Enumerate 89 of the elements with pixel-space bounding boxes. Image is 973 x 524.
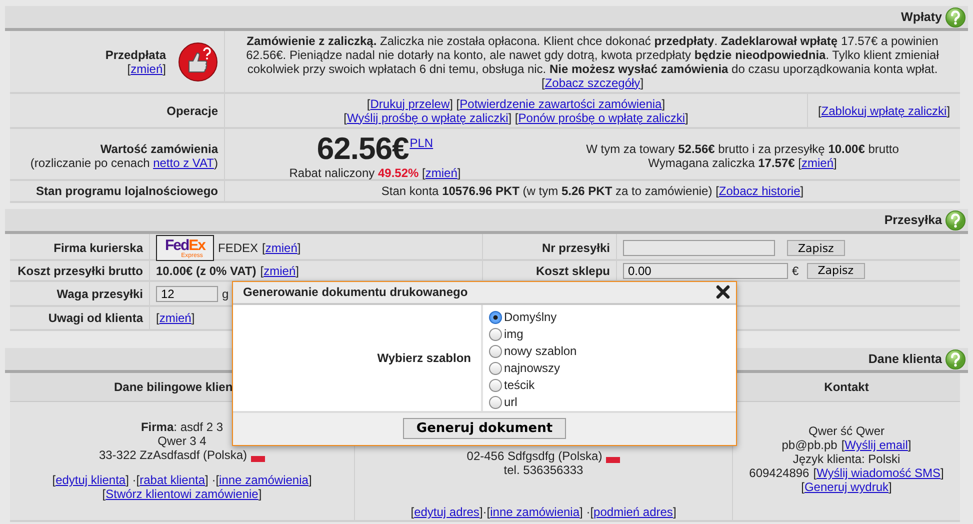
radio-button[interactable] <box>489 378 502 392</box>
field-label: Waga przesyłki <box>56 286 143 300</box>
currency-unit: € <box>792 264 799 278</box>
deposit-text: Wymagana zaliczka 17.57€ [zmień] <box>648 156 837 170</box>
option-label[interactable]: img <box>504 327 524 342</box>
address-line: Qwer 3 4 <box>158 434 206 448</box>
separator: · <box>131 473 136 487</box>
shipping-cost: 10.00€ (z 0% VAT) <box>156 264 256 278</box>
operation-link[interactable]: [Ponów prośbę o wpłatę zaliczki] <box>514 110 688 124</box>
contact-line: Qwer ść Qwer <box>808 424 884 438</box>
loyalty-text: Stan konta 10576.96 PKT (w tym 5.26 PKT za to zamówienie) [Zobacz historie] <box>381 184 804 198</box>
row-label: Stan programu lojalnościowego <box>36 184 218 198</box>
net-vat-link[interactable]: netto z VAT <box>153 156 214 170</box>
field-label: Uwagi od klienta <box>48 311 143 325</box>
client-link[interactable]: [inne zamówienia] <box>486 505 583 519</box>
radio-button[interactable] <box>489 310 502 324</box>
column-header: Dane bilingowe klien <box>114 380 233 394</box>
field-label: Koszt przesyłki brutto <box>18 264 143 278</box>
currency-link[interactable]: PLN <box>410 136 434 150</box>
separator: · <box>585 505 590 519</box>
radio-button[interactable] <box>489 344 502 358</box>
address-line: 33-322 ZzAsdfasdf (Polska) <box>98 448 248 462</box>
change-link[interactable]: [zmień] <box>260 264 299 278</box>
row-label: Przedpłata <box>105 48 166 62</box>
client-link[interactable]: [edytuj klienta] <box>52 473 129 487</box>
column-header: Kontakt <box>824 380 869 394</box>
option-label[interactable]: teścik <box>504 378 535 392</box>
close-icon[interactable] <box>716 285 730 300</box>
help-icon[interactable] <box>945 348 966 370</box>
field-label: Firma kurierska <box>54 241 143 255</box>
address-line: 02-456 Sdfgsdfg (Polska) <box>466 449 602 463</box>
tracking-number-field[interactable] <box>623 240 775 256</box>
weight-field[interactable]: 12 <box>156 286 218 302</box>
help-icon[interactable] <box>945 6 966 28</box>
address-line: Firma: asdf 2 3 <box>140 420 224 434</box>
change-link[interactable]: [zmień] <box>798 156 837 170</box>
change-link[interactable]: [zmień] <box>127 62 166 76</box>
order-amount: 62.56€ <box>316 132 409 166</box>
operation-link[interactable]: [Potwierdzenie zawartości zamówienia] <box>456 96 666 110</box>
pricing-note: (rozliczanie po cenach netto z VAT) <box>30 156 218 170</box>
operation-link[interactable]: [Wyślij prośbę o wpłatę zaliczki] <box>344 110 512 124</box>
section-title: Dane klienta <box>868 352 942 366</box>
client-link[interactable]: [podmień adres] <box>590 505 676 519</box>
operation-link[interactable]: [Drukuj przelew] <box>366 96 453 110</box>
thumb-up-icon <box>178 42 218 82</box>
address-line: tel. 536356333 <box>504 463 584 477</box>
contact-link[interactable]: [Wyślij wiadomość SMS] <box>813 466 944 480</box>
generate-button[interactable]: Generuj dokument <box>403 418 566 440</box>
separator: · <box>210 473 216 487</box>
radio-button[interactable] <box>489 396 502 409</box>
client-link[interactable]: [rabat klienta] <box>136 473 208 487</box>
radio-button[interactable] <box>489 328 502 341</box>
option-label[interactable]: url <box>504 395 518 410</box>
contact-line: pb@pb.pb <box>782 438 838 452</box>
field-label: Koszt sklepu <box>536 264 610 278</box>
row-label: Operacje <box>166 104 218 118</box>
client-link[interactable]: [edytuj adres] <box>410 505 483 519</box>
client-link[interactable]: [inne zamówienia] <box>216 473 312 487</box>
prepayment-message: Zamówienie z zaliczką. Zaliczka nie została opłacona. Klient chce dokonać przedpłaty. Zadeklarował wpłatę 17.57€ a powinien 62.56€. Pieniądze nadal nie dotarły na konto, ale nawet gdy dotrą, kwota przedpłaty będzie nieodpowiednia. Tylko klient zmieniał cokolwiek przy swoich wpłatach 6 dni temu, obsługa nic. Nie możesz wysłać zamówienia do czasu uporządkowania konta wpłat. [Zobacz szczegóły] <box>245 34 940 90</box>
field-label: Nr przesyłki <box>542 241 610 255</box>
section-title: Wpłaty <box>901 10 942 24</box>
field-label: Wybierz szablon <box>377 350 471 365</box>
client-link[interactable]: [Stwórz klientowi zamówienie] <box>102 487 262 501</box>
contact-link[interactable]: [Generuj wydruk] <box>801 480 892 494</box>
dialog-title: Generowanie dokumentu drukowanego <box>243 285 468 300</box>
history-link[interactable]: [Zobacz historie] <box>716 184 804 198</box>
section-title: Przesyłka <box>884 213 942 227</box>
courier-name: FEDEX <box>218 241 258 255</box>
contact-line: 609424896 <box>749 466 810 480</box>
save-button[interactable]: Zapisz <box>806 262 865 278</box>
change-link[interactable]: [zmień] <box>422 166 461 180</box>
contact-line: Język klienta: Polski <box>792 452 900 466</box>
breakdown-text: W tym za towary 52.56€ brutto i za przesyłkę 10.00€ brutto <box>586 142 899 156</box>
discount-text: Rabat naliczony 49.52% [zmień] <box>289 166 461 180</box>
help-icon[interactable] <box>945 210 966 230</box>
option-label[interactable]: nowy szablon <box>504 344 577 358</box>
contact-link[interactable]: [Wyślij email] <box>841 438 912 452</box>
block-deposit-link[interactable]: [Zablokuj wpłatę zaliczki] <box>818 104 950 118</box>
details-link[interactable]: [Zobacz szczegóły] <box>541 76 644 90</box>
option-label[interactable]: najnowszy <box>504 361 560 376</box>
change-link[interactable]: [zmień] <box>156 311 195 325</box>
separator: · <box>482 505 487 519</box>
option-label[interactable]: Domyślny <box>504 310 557 324</box>
row-label: Wartość zamówienia <box>100 142 218 156</box>
radio-button[interactable] <box>489 362 502 375</box>
weight-unit: g <box>222 286 229 300</box>
save-button[interactable]: Zapisz <box>787 240 845 256</box>
shop-cost-field[interactable]: 0.00 <box>623 262 788 278</box>
change-link[interactable]: [zmień] <box>262 241 301 255</box>
